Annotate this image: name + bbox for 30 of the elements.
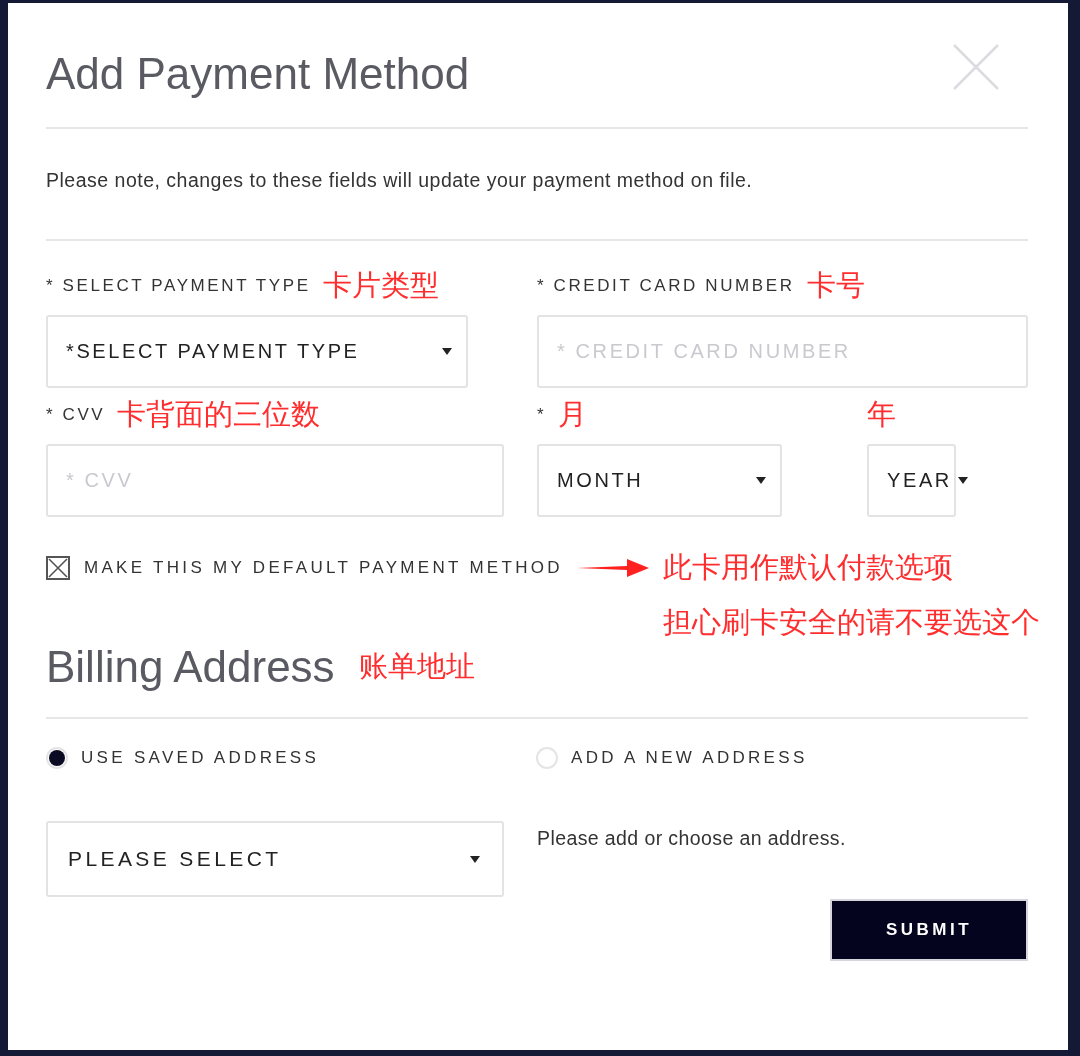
- annotation-text: 卡片类型: [322, 267, 439, 304]
- caret-icon: [442, 348, 452, 355]
- radio-button[interactable]: [46, 747, 68, 769]
- caret-icon: [756, 477, 766, 484]
- caret-icon: [957, 477, 968, 484]
- field-label: * SELECT PAYMENT TYPE: [46, 276, 311, 296]
- annotation-text: 此卡用作默认付款选项: [662, 549, 953, 586]
- field-label: * CREDIT CARD NUMBER: [537, 276, 795, 296]
- annotation-text: 年: [867, 396, 896, 433]
- dialog-title: Add Payment Method: [46, 48, 470, 100]
- submit-button[interactable]: SUBMIT: [830, 899, 1028, 961]
- checkbox-label: MAKE THIS MY DEFAULT PAYMENT METHOD: [84, 558, 563, 578]
- annotation-text: 卡号: [806, 267, 865, 304]
- radio-button[interactable]: [536, 747, 558, 769]
- dropdown[interactable]: PLEASE SELECT: [46, 821, 504, 897]
- annotation-text: 月: [558, 396, 588, 433]
- radio-label: ADD A NEW ADDRESS: [571, 748, 808, 768]
- notice-text: Please note, changes to these fields will update your payment method on file.: [46, 168, 754, 193]
- field-label: * CVV: [46, 405, 106, 425]
- section-heading: Billing Address: [46, 642, 335, 692]
- annotation-text: 卡背面的三位数: [117, 396, 321, 433]
- hint-text: Please add or choose an address.: [537, 827, 847, 851]
- caret-icon: [470, 855, 480, 863]
- dropdown[interactable]: *SELECT PAYMENT TYPE: [46, 315, 468, 388]
- dropdown[interactable]: MONTH: [537, 444, 782, 517]
- radio-label: USE SAVED ADDRESS: [81, 748, 320, 768]
- field-label: *: [537, 405, 547, 425]
- annotation-text: 账单地址: [358, 648, 475, 685]
- checkbox[interactable]: [46, 556, 70, 580]
- annotation-text: 担心刷卡安全的请不要选这个: [663, 604, 1040, 641]
